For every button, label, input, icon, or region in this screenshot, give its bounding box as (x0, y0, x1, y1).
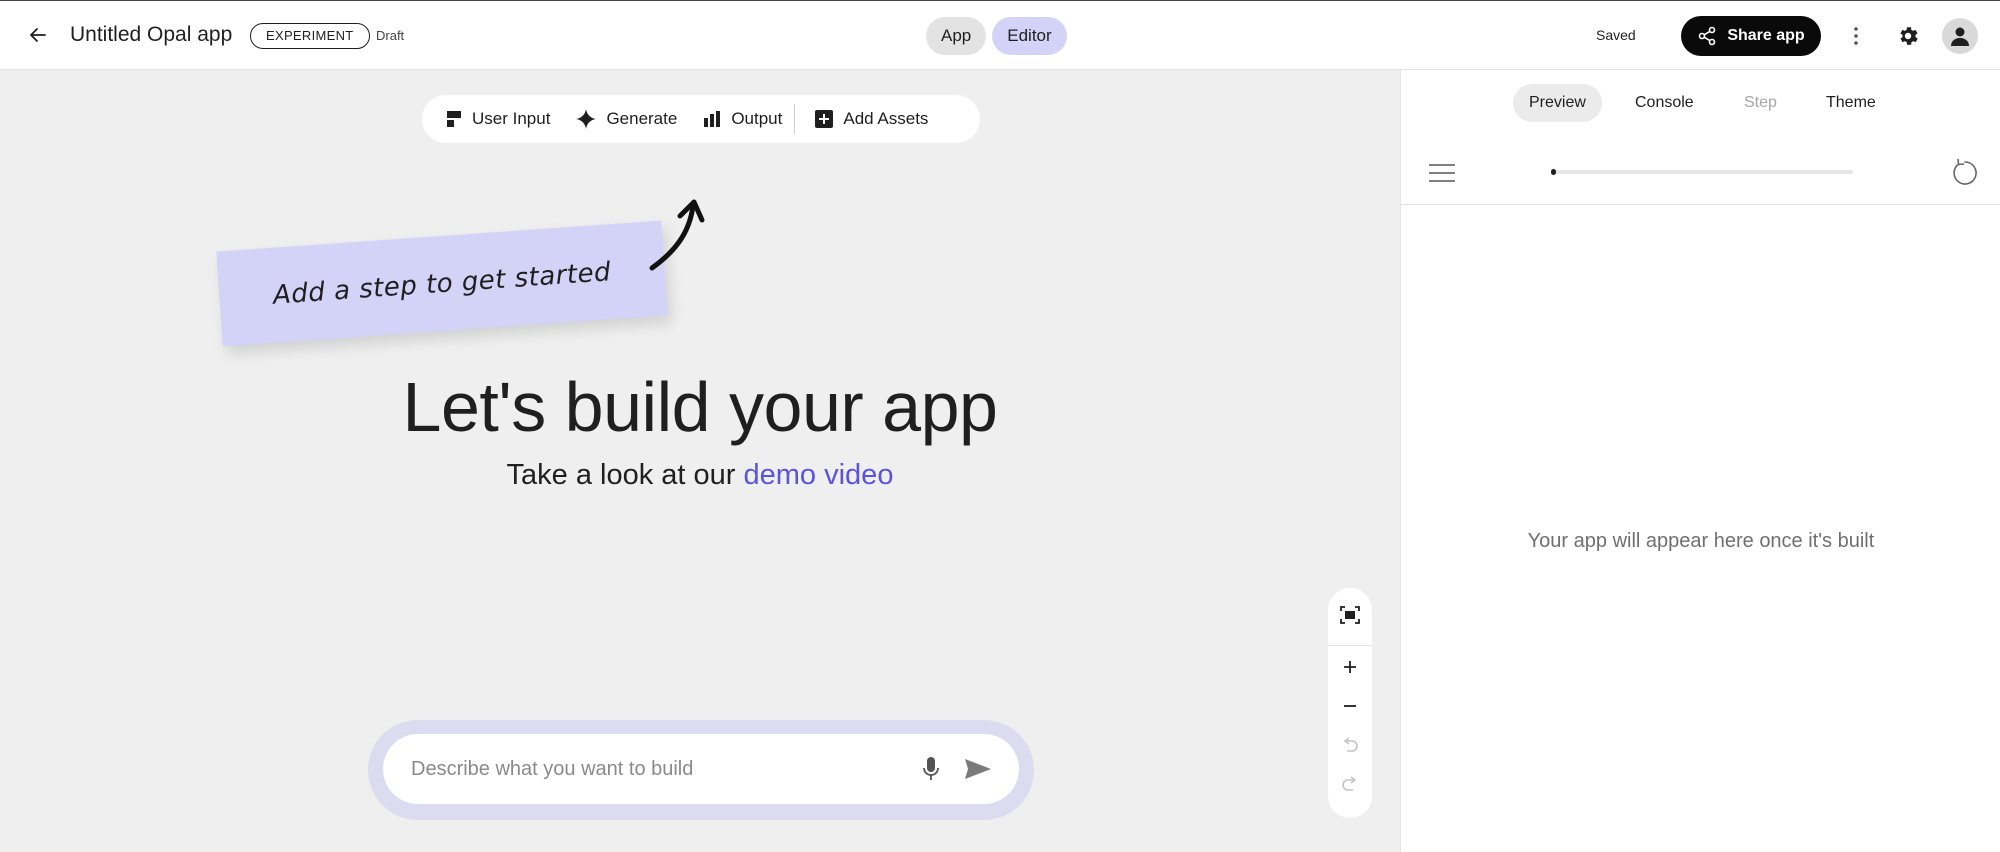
app-mode-button[interactable]: App (926, 17, 987, 55)
preview-panel: Preview Console Step Theme Your app will… (1400, 70, 2000, 852)
add-assets-button[interactable]: Add Assets (815, 95, 928, 143)
subtitle-text: Take a look at our (506, 459, 744, 491)
zoom-controls (1328, 588, 1372, 818)
output-icon (704, 111, 721, 127)
microphone-icon[interactable] (913, 751, 949, 787)
refresh-icon[interactable] (1948, 156, 1982, 190)
mode-switch: App Editor (926, 17, 1067, 55)
panel-tabs: Preview Console Step Theme (1401, 84, 2000, 124)
demo-video-link[interactable]: demo video (744, 459, 894, 491)
sparkle-icon (576, 109, 597, 129)
hint-arrow-icon (649, 199, 705, 271)
hint-sticky-note: Add a step to get started (216, 220, 668, 347)
share-icon (1699, 26, 1716, 46)
zoom-in-icon[interactable] (1328, 648, 1372, 686)
tab-console[interactable]: Console (1619, 84, 1710, 122)
send-icon[interactable] (958, 751, 998, 787)
user-input-label: User Input (472, 109, 551, 128)
hamburger-menu-icon[interactable] (1427, 158, 1457, 188)
add-assets-label: Add Assets (843, 109, 929, 128)
run-progress-bar (1551, 169, 1853, 175)
avatar[interactable] (1942, 18, 1978, 54)
toolbar-divider (794, 104, 796, 134)
tab-step[interactable]: Step (1728, 84, 1793, 122)
share-app-button[interactable]: Share app (1681, 16, 1821, 56)
generate-button[interactable]: Generate (576, 95, 677, 143)
tab-theme[interactable]: Theme (1810, 84, 1892, 122)
saved-status: Saved (1596, 27, 1636, 43)
app-title[interactable]: Untitled Opal app (70, 23, 232, 47)
hint-text: Add a step to get started (272, 256, 612, 311)
panel-divider (1401, 204, 2000, 205)
redo-icon[interactable] (1328, 765, 1372, 803)
zoom-out-icon[interactable] (1328, 687, 1372, 725)
zoom-divider (1328, 645, 1372, 646)
empty-preview-message: Your app will appear here once it's buil… (1527, 530, 1875, 552)
generate-label: Generate (606, 109, 678, 128)
fit-to-screen-icon[interactable] (1328, 596, 1372, 634)
user-avatar-icon (1951, 27, 1969, 46)
demo-subtitle: Take a look at our demo video (0, 459, 1400, 492)
editor-canvas[interactable]: User Input Generate Output Add Assets Ad… (0, 70, 1400, 852)
experiment-badge: EXPERIMENT (250, 23, 370, 49)
more-menu-icon[interactable] (1844, 21, 1868, 51)
prompt-bar (368, 720, 1034, 820)
undo-icon[interactable] (1328, 726, 1372, 764)
output-label: Output (731, 109, 783, 128)
app-header: Untitled Opal app EXPERIMENT Draft App E… (0, 0, 2000, 70)
tab-preview[interactable]: Preview (1513, 84, 1602, 122)
back-arrow-icon[interactable] (22, 19, 54, 51)
prompt-box (383, 734, 1019, 804)
editor-mode-button[interactable]: Editor (992, 17, 1067, 55)
draft-status: Draft (376, 28, 405, 43)
run-progress-fill (1551, 169, 1557, 175)
user-input-button[interactable]: User Input (446, 95, 550, 143)
user-input-icon (447, 111, 461, 127)
gear-icon[interactable] (1893, 21, 1923, 51)
step-toolbar: User Input Generate Output Add Assets (422, 95, 980, 143)
add-box-icon (815, 110, 834, 128)
describe-app-input[interactable] (411, 734, 901, 804)
share-app-label: Share app (1727, 27, 1805, 44)
output-button[interactable]: Output (703, 95, 782, 143)
page-title: Let's build your app (402, 368, 998, 446)
